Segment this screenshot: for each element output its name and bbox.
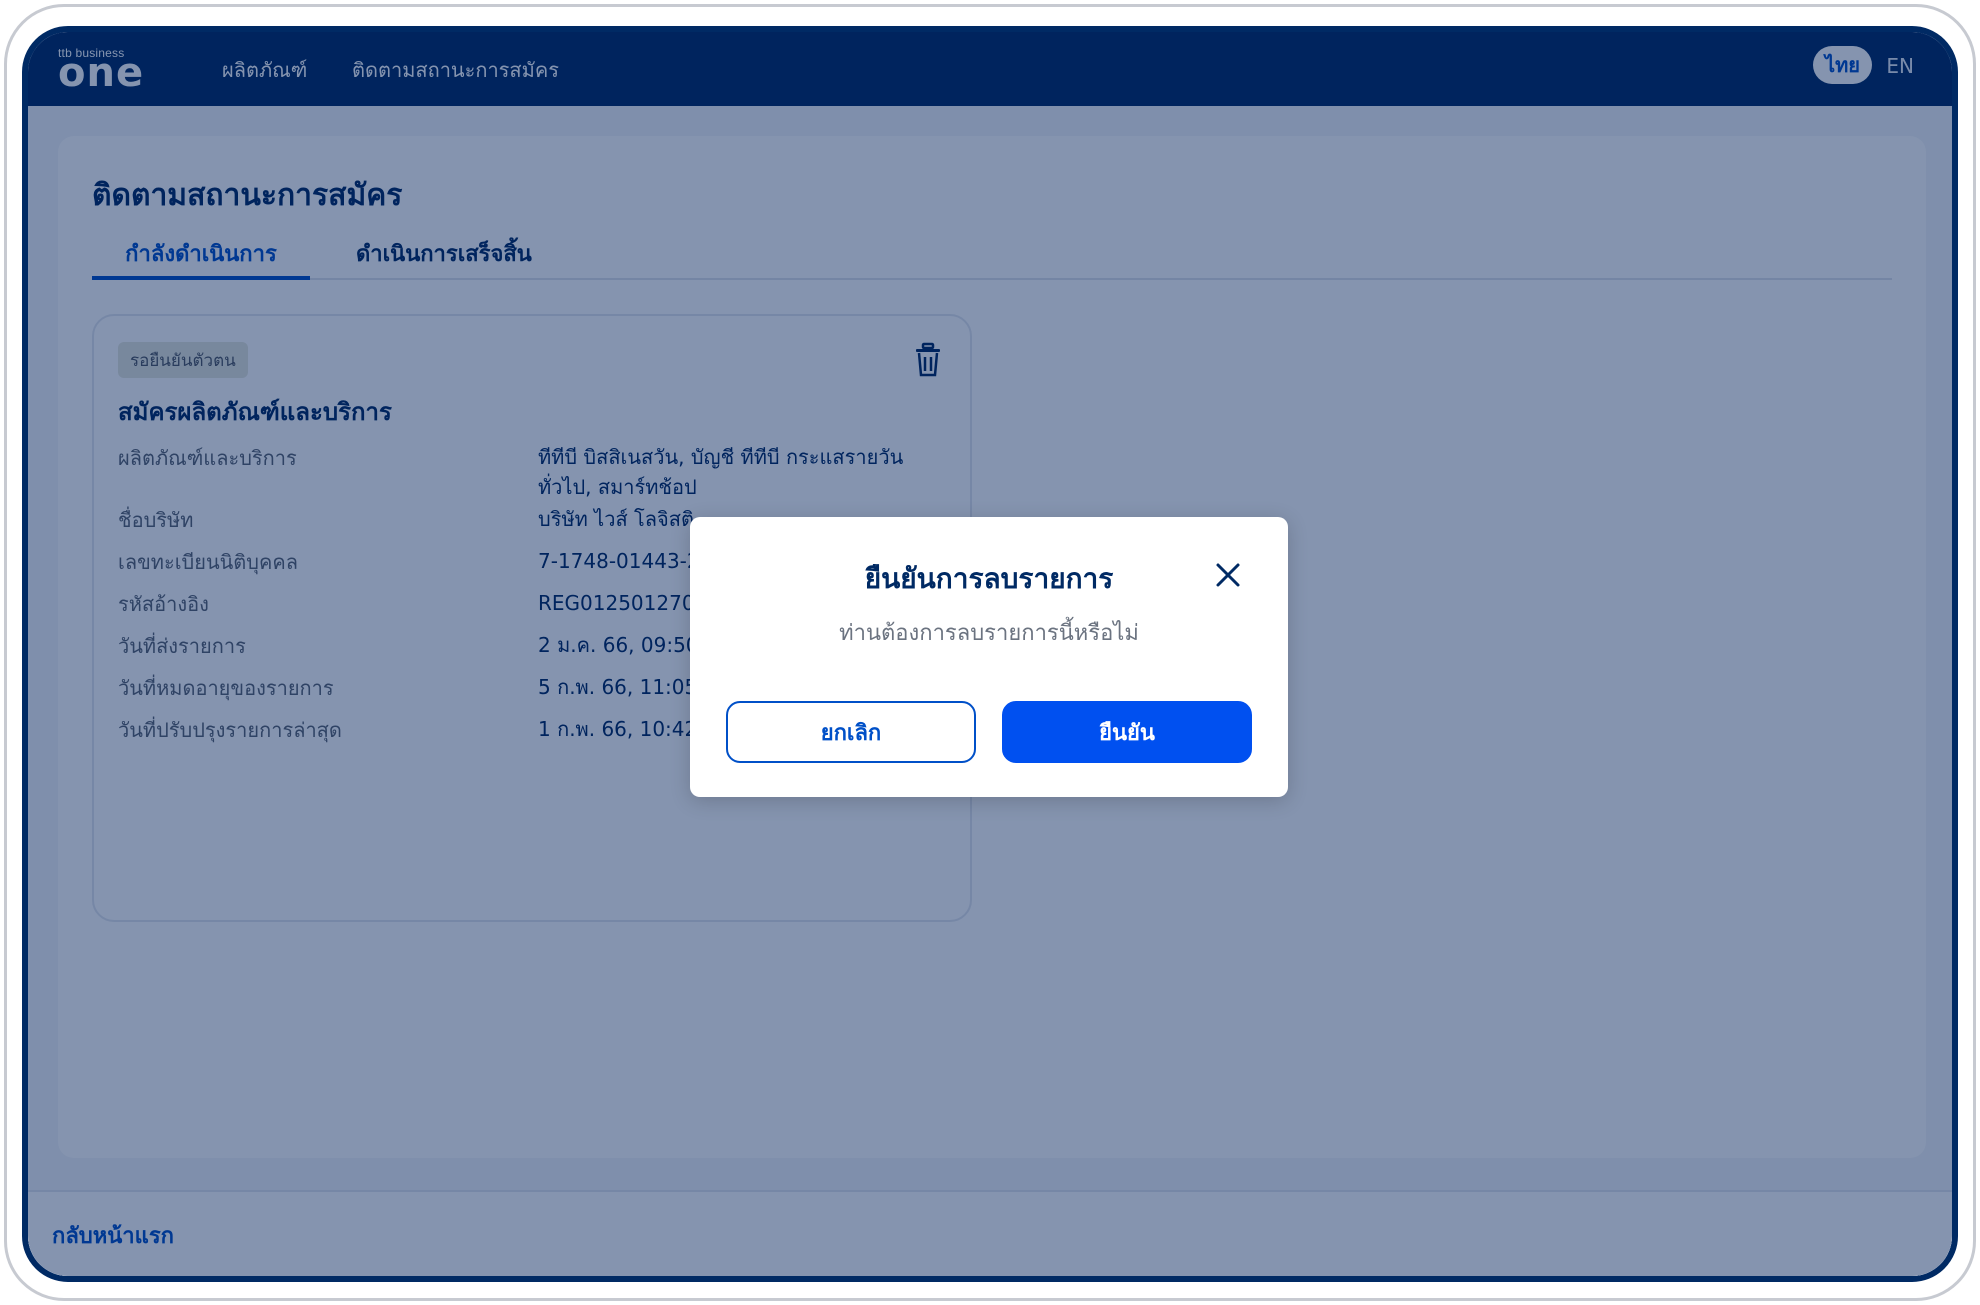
close-icon[interactable] xyxy=(1214,561,1242,589)
confirm-delete-dialog: ยืนยันการลบรายการ ท่านต้องการลบรายการนี้… xyxy=(690,517,1288,797)
app-screen: ttb business one ผลิตภัณฑ์ ติดตามสถานะกา… xyxy=(22,26,1958,1282)
dialog-message: ท่านต้องการลบรายการนี้หรือไม่ xyxy=(839,621,1139,646)
confirm-button[interactable]: ยืนยัน xyxy=(1002,701,1252,763)
dialog-title: ยืนยันการลบรายการ xyxy=(864,562,1114,595)
cancel-button[interactable]: ยกเลิก xyxy=(726,701,976,763)
